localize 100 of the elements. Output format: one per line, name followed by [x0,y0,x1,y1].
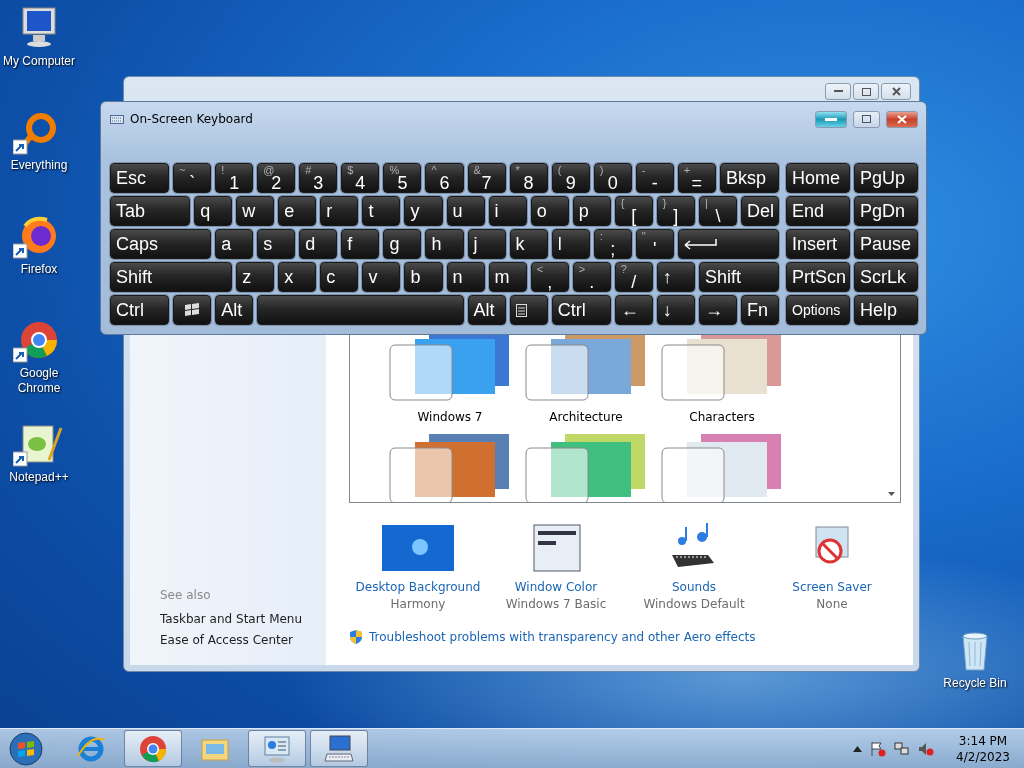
keyboard-key[interactable]: q [194,196,233,226]
flag-icon[interactable] [870,740,887,757]
menu-key[interactable] [509,295,548,325]
keyboard-key[interactable]: ↓ [656,295,695,325]
keyboard-key[interactable]: < , [530,262,569,292]
keyboard-key[interactable]: * 8 [509,163,548,193]
keyboard-key[interactable]: t [362,196,401,226]
keyboard-key[interactable]: Alt [467,295,506,325]
keyboard-key[interactable]: d [299,229,338,259]
keyboard-key[interactable]: ? / [614,262,653,292]
keyboard-key[interactable]: Shift [110,262,233,292]
keyboard-key[interactable]: e [278,196,317,226]
close-button[interactable] [881,83,911,100]
taskbar-button[interactable] [124,730,182,767]
keyboard-key[interactable]: o [530,196,569,226]
see-also-link[interactable]: Taskbar and Start Menu [160,612,326,626]
keyboard-key[interactable]: n [446,262,485,292]
close-button[interactable] [886,110,918,128]
theme-name[interactable]: Architecture [549,410,623,424]
troubleshoot-link[interactable]: Troubleshoot problems with transparency and other Aero effects [369,630,756,644]
keyboard-key[interactable]: & 7 [467,163,506,193]
keyboard-key[interactable]: End [786,196,850,226]
keyboard-key[interactable]: ↑ [656,262,695,292]
clock-time[interactable]: 3:14 PM [958,733,1008,748]
keyboard-key[interactable]: i [488,196,527,226]
keyboard-key[interactable]: m [488,262,527,292]
keyboard-key[interactable]: ScrLk [854,262,918,292]
desktop-icon-label[interactable]: Google Chrome [0,366,78,396]
keyboard-key[interactable]: j [467,229,506,259]
setting-link[interactable]: Desktop Background [355,580,481,594]
keyboard-key[interactable]: @ 2 [257,163,296,193]
keyboard-key[interactable]: l [551,229,590,259]
keyboard-key[interactable]: Insert [786,229,850,259]
setting-link[interactable]: Screen Saver [792,580,872,594]
keyboard-key[interactable]: w [236,196,275,226]
theme-thumbnail[interactable] [525,434,647,502]
see-also-link[interactable]: Ease of Access Center [160,633,326,647]
theme-name[interactable]: Windows 7 [417,410,483,424]
keyboard-key[interactable]: v [362,262,401,292]
keyboard-key[interactable]: b [404,262,443,292]
keyboard-key[interactable]: → [698,295,737,325]
keyboard-key[interactable]: ^ 6 [425,163,464,193]
keyboard-key[interactable]: c [320,262,359,292]
keyboard-key[interactable]: s [257,229,296,259]
theme-thumbnail[interactable] [661,434,783,502]
app-icon[interactable] [13,422,65,468]
keyboard-key[interactable]: u [446,196,485,226]
keyboard-key[interactable]: } ] [656,196,695,226]
theme-name[interactable]: Characters [689,410,755,424]
desktop-icon-label[interactable]: My Computer [3,54,75,69]
keyboard-key[interactable]: r [320,196,359,226]
enter-key[interactable] [677,229,779,259]
keyboard-key[interactable]: a [215,229,254,259]
setting-link[interactable]: Window Color [514,580,598,594]
keyboard-key[interactable]: | \ [698,196,737,226]
keyboard-key[interactable]: Fn [740,295,779,325]
keyboard-key[interactable]: z [236,262,275,292]
setting-link[interactable]: Sounds [671,580,716,594]
keyboard-key[interactable]: Options [786,295,850,325]
keyboard-key[interactable]: Alt [215,295,254,325]
keyboard-key[interactable]: PgUp [854,163,918,193]
desktop-icon-label[interactable]: Everything [10,158,68,173]
keyboard-key[interactable]: ) 0 [593,163,632,193]
windows-key[interactable] [173,295,212,325]
start-button[interactable] [6,729,46,768]
keyboard-key[interactable]: p [572,196,611,226]
taskbar-button[interactable] [310,730,368,767]
keyboard-key[interactable]: % 5 [383,163,422,193]
network-icon[interactable] [894,740,911,757]
keyboard-key[interactable]: Ctrl [551,295,611,325]
keyboard-key[interactable]: ! 1 [215,163,254,193]
minimize-button[interactable] [825,83,851,100]
keyboard-key[interactable]: + = [677,163,716,193]
keyboard-key[interactable]: f [341,229,380,259]
keyboard-key[interactable]: Del [740,196,779,226]
clock-date[interactable]: 4/2/2023 [956,749,1010,764]
maximize-button[interactable] [853,83,879,100]
keyboard-key[interactable]: ( 9 [551,163,590,193]
keyboard-key[interactable]: h [425,229,464,259]
theme-thumbnail[interactable] [389,434,511,502]
keyboard-key[interactable]: PgDn [854,196,918,226]
desktop-icon-label[interactable]: Firefox [20,262,58,277]
keyboard-key[interactable]: - - [635,163,674,193]
keyboard-key[interactable]: x [278,262,317,292]
keyboard-key[interactable]: Ctrl [110,295,170,325]
keyboard-key[interactable]: > . [572,262,611,292]
keyboard-key[interactable]: g [383,229,422,259]
keyboard-key[interactable]: ← [614,295,653,325]
minimize-button[interactable] [815,110,847,128]
keyboard-key[interactable]: Home [786,163,850,193]
maximize-button[interactable] [853,110,880,128]
keyboard-key[interactable]: Tab [110,196,191,226]
keyboard-key[interactable]: Bksp [719,163,779,193]
keyboard-key[interactable]: Shift [698,262,779,292]
desktop-icon-label[interactable]: Recycle Bin [943,676,1007,691]
keyboard-key[interactable]: " ' [635,229,674,259]
scroll-down-icon[interactable] [888,492,895,496]
keyboard-key[interactable]: $ 4 [341,163,380,193]
keyboard-key[interactable]: Caps [110,229,212,259]
keyboard-key[interactable]: Help [854,295,918,325]
